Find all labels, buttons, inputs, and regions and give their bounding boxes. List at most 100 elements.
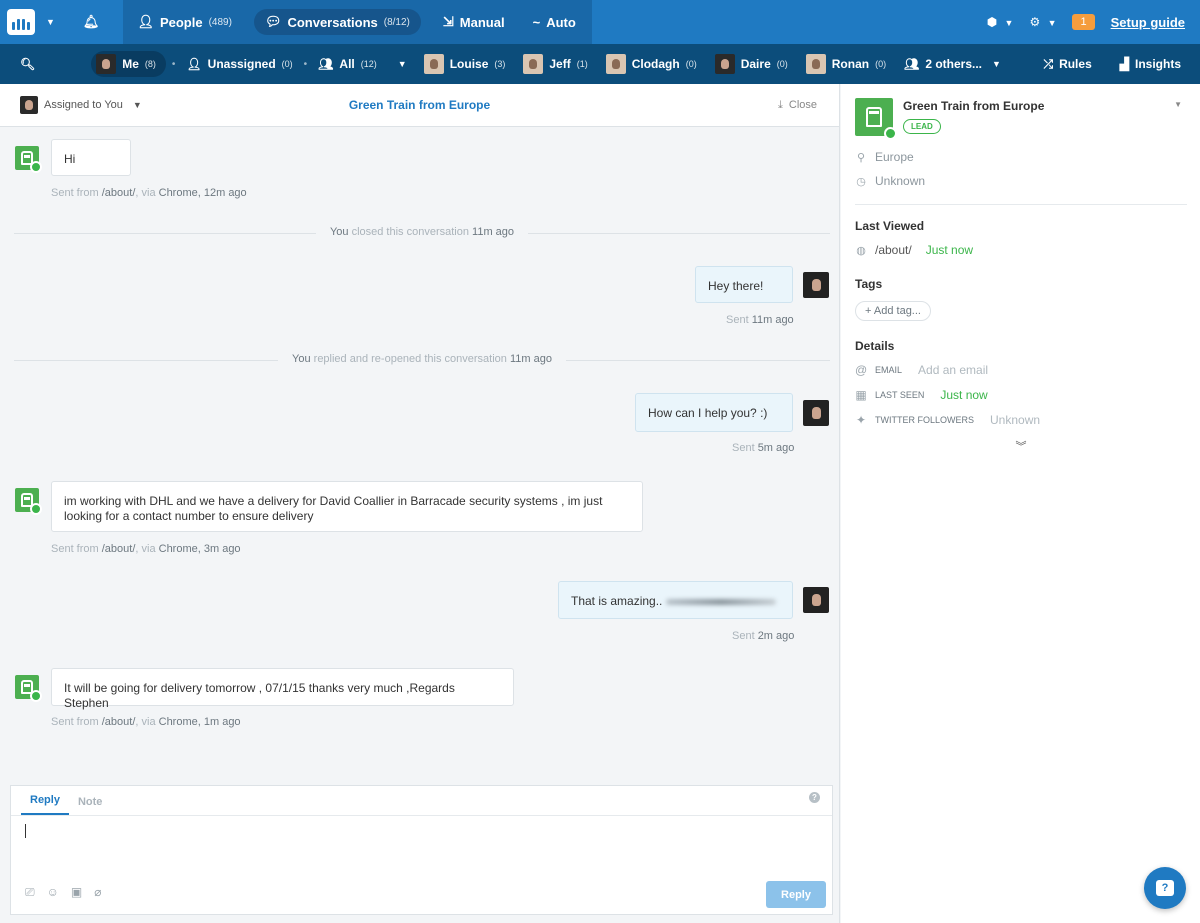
nav-conversations-count: (8/12) [383, 16, 410, 28]
filter-unassigned[interactable]: 👤︎ Unassigned (0) [177, 44, 301, 84]
filter-me-count: (8) [144, 59, 156, 69]
last-viewed-path[interactable]: /about/ [875, 243, 912, 257]
avatar [20, 96, 38, 114]
train-icon [21, 680, 33, 694]
message-meta: Sent from /about/, via Chrome, 1m ago [51, 716, 241, 728]
contact-name[interactable]: Green Train from Europe [903, 99, 1044, 113]
detail-label: LAST SEEN [875, 390, 925, 400]
team-icon: 👥︎ [904, 57, 920, 71]
close-conversation-button[interactable]: ⤓ Close [778, 99, 817, 112]
team-icon: 👥︎ [318, 57, 334, 71]
search-button[interactable]: 🔍︎ [0, 44, 55, 84]
help-chat-button[interactable]: ? [1144, 867, 1186, 909]
app-logo[interactable] [0, 0, 42, 44]
train-icon [21, 151, 33, 165]
chevron-down-icon: ▼ [992, 59, 1001, 69]
filter-person-count: (0) [875, 59, 887, 69]
person-icon: 👤︎ [137, 14, 154, 29]
filter-person-name: Daire [740, 57, 771, 71]
twitter-value: Unknown [990, 413, 1041, 427]
nav-conversations[interactable]: 💬︎ Conversations (8/12) [245, 0, 429, 44]
search-icon: 🔍︎ [20, 57, 36, 71]
tab-reply[interactable]: Reply [21, 794, 69, 815]
divider [855, 204, 1187, 205]
detail-email: @ EMAIL Add an email [855, 363, 1186, 377]
filter-person-name: Jeff [549, 57, 571, 71]
chevron-down-icon: ▼ [1004, 18, 1014, 28]
auto-icon: ~ [532, 14, 541, 30]
filter-person[interactable]: Daire (0) [706, 44, 797, 84]
nav-people[interactable]: 👤︎ People (489) [123, 0, 246, 44]
message-meta: Sent 5m ago [732, 442, 795, 454]
email-value[interactable]: Add an email [918, 363, 988, 377]
timezone-row: ◷ Unknown [855, 174, 1186, 188]
chevron-down-icon: ▼ [132, 100, 142, 110]
timezone-value: Unknown [875, 174, 926, 188]
page-link[interactable]: /about/ [102, 716, 136, 728]
top-nav: ▼ 🔔︎ 👤︎ People (489) 💬︎ Conversations (8… [0, 0, 1200, 44]
attachment-icon[interactable]: ⌀ [94, 885, 101, 900]
last-viewed-time: Just now [925, 243, 974, 257]
message-bubble: Hey there! [695, 266, 793, 303]
filter-person[interactable]: Ronan (0) [797, 44, 895, 84]
tags-title: Tags [855, 277, 883, 291]
app-menu-chevron-down-icon[interactable]: ▼ [46, 17, 55, 27]
reply-textarea[interactable] [11, 817, 832, 877]
location-value: Europe [875, 150, 914, 164]
nav-people-count: (489) [208, 16, 232, 28]
redacted-text [666, 598, 777, 605]
assignee-dropdown[interactable]: Assigned to You ▼ [20, 96, 142, 114]
chat-icon: 💬︎ [264, 14, 282, 29]
filter-person[interactable]: Jeff (1) [514, 44, 596, 84]
filter-person[interactable]: Clodagh (0) [597, 44, 706, 84]
send-reply-button[interactable]: Reply [766, 881, 826, 908]
filter-person[interactable]: Louise (3) [415, 44, 515, 84]
inbox-filter-bar: 🔍︎ Me (8) • 👤︎ Unassigned (0) • 👥︎ All (… [0, 44, 1200, 84]
contact-avatar [15, 488, 42, 515]
expand-details-chevron-icon[interactable]: ︾ [855, 438, 1187, 454]
detail-label: EMAIL [875, 365, 903, 375]
page-link[interactable]: /about/ [102, 543, 136, 555]
nav-auto[interactable]: ~ Auto [518, 0, 592, 44]
avatar [523, 54, 544, 74]
avatar [803, 272, 829, 298]
at-icon: @ [855, 363, 868, 377]
message-text: That is amazing.. [571, 594, 663, 608]
emoji-icon[interactable]: ☺ [47, 885, 59, 900]
insights-label: Insights [1134, 57, 1181, 71]
filter-all-chevron-down-icon[interactable]: ▼ [390, 59, 415, 69]
details-title: Details [855, 339, 895, 353]
cube-icon: ⬢ [986, 15, 998, 29]
settings-button[interactable]: ⚙ ▼ [1029, 15, 1056, 29]
filter-me[interactable]: Me (8) [55, 44, 170, 84]
saved-reply-icon[interactable]: ⎚ [25, 885, 35, 900]
help-icon[interactable]: ? [809, 792, 820, 803]
profile-menu-chevron-down-icon[interactable]: ▼ [1174, 100, 1182, 109]
nav-manual[interactable]: ⇲ Manual [428, 0, 519, 44]
setup-guide-link[interactable]: Setup guide [1111, 15, 1185, 30]
tab-note[interactable]: Note [69, 796, 111, 815]
setup-count-badge: 1 [1072, 14, 1095, 30]
rules-link[interactable]: ⤮ Rules [1034, 44, 1100, 84]
image-icon[interactable]: ▣ [71, 885, 82, 900]
close-label: Close [788, 99, 817, 111]
globe-icon: ◍ [856, 244, 866, 257]
add-tag-button[interactable]: + Add tag... [855, 301, 931, 321]
last-seen-value: Just now [940, 388, 988, 402]
insights-link[interactable]: ▟ Insights [1111, 44, 1190, 84]
filter-all[interactable]: 👥︎ All (12) [309, 44, 386, 84]
message-meta: Sent 11m ago [726, 314, 794, 326]
notifications-button[interactable]: 🔔︎ [71, 0, 124, 44]
filter-others[interactable]: 👥︎ 2 others... ▼ [895, 44, 1010, 84]
location-row: ⚲ Europe [855, 150, 1186, 164]
manual-icon: ⇲ [442, 14, 454, 29]
filter-person-name: Ronan [831, 57, 870, 71]
add-tag-label: Add tag... [873, 305, 921, 317]
apps-button[interactable]: ⬢ ▼ [987, 15, 1014, 29]
filter-me-label: Me [122, 57, 139, 71]
detail-last-seen: ▦ LAST SEEN Just now [855, 388, 1186, 402]
filter-person-count: (0) [685, 59, 697, 69]
message-meta: Sent 2m ago [732, 630, 795, 642]
page-link[interactable]: /about/ [102, 187, 136, 199]
contact-avatar [15, 146, 42, 173]
